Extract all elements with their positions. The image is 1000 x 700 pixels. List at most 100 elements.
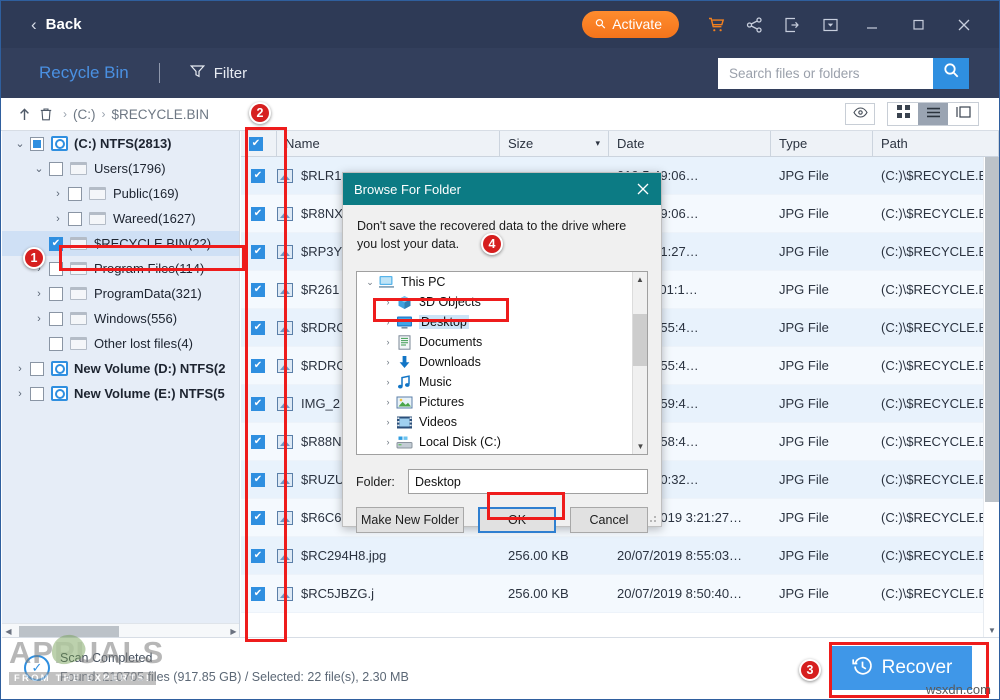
dialog-tree-row[interactable]: › Pictures — [357, 392, 647, 412]
dialog-scroll-down-arrow[interactable]: ▼ — [633, 439, 647, 454]
dialog-folder-input[interactable] — [408, 469, 648, 495]
row-checkbox-cell[interactable] — [241, 168, 277, 183]
chevron-right-icon[interactable]: › — [29, 288, 49, 300]
breadcrumb-item-1[interactable]: $RECYCLE.BIN — [112, 107, 210, 122]
chevron-right-icon[interactable]: › — [380, 317, 396, 327]
sort-caret-icon[interactable]: ▾ — [595, 138, 600, 149]
tree-row[interactable]: ⌄ (C:) NTFS(2813) — [2, 131, 239, 156]
chevron-right-icon[interactable]: › — [48, 188, 68, 200]
table-row[interactable]: $RC5JBZG.j 256.00 KB 20/07/2019 8:50:40… JP… — [241, 575, 999, 613]
row-checkbox[interactable] — [251, 434, 265, 449]
tree-row[interactable]: Other lost files(4) — [2, 331, 239, 356]
row-checkbox[interactable] — [251, 244, 265, 259]
activate-button[interactable]: ⚲ Activate — [581, 11, 679, 38]
tree-scroll-right-arrow[interactable]: ▶ — [227, 627, 239, 636]
chevron-right-icon[interactable]: › — [29, 313, 49, 325]
file-list-scroll-thumb[interactable] — [985, 157, 999, 502]
arrow-up-icon[interactable] — [13, 107, 35, 122]
column-header-date[interactable]: Date — [609, 131, 771, 157]
sign-out-icon[interactable] — [777, 10, 807, 40]
row-checkbox-cell[interactable] — [241, 434, 277, 449]
column-header-name[interactable]: Name — [277, 131, 500, 157]
chevron-right-icon[interactable]: › — [380, 377, 396, 387]
chevron-right-icon[interactable]: › — [380, 357, 396, 367]
split-view-button[interactable] — [948, 103, 978, 125]
dialog-tree-row[interactable]: › Desktop — [357, 312, 647, 332]
row-checkbox-cell[interactable] — [241, 358, 277, 373]
row-checkbox[interactable] — [251, 282, 265, 297]
select-all-header[interactable] — [241, 131, 277, 157]
chevron-right-icon[interactable]: › — [10, 388, 30, 400]
chevron-right-icon[interactable]: › — [380, 397, 396, 407]
maximize-button[interactable] — [903, 10, 933, 40]
chevron-right-icon[interactable]: › — [380, 337, 396, 347]
dialog-close-button[interactable] — [625, 173, 661, 205]
dialog-tree-row[interactable]: › Downloads — [357, 352, 647, 372]
chevron-down-icon[interactable]: ⌄ — [362, 277, 378, 288]
tree-row[interactable]: › Public(169) — [2, 181, 239, 206]
chevron-right-icon[interactable]: › — [10, 363, 30, 375]
row-checkbox-cell[interactable] — [241, 472, 277, 487]
chevron-down-icon[interactable]: ⌄ — [10, 137, 30, 150]
chevron-down-icon[interactable]: ⌄ — [29, 162, 49, 175]
tree-scroll-left-arrow[interactable]: ◀ — [2, 627, 15, 636]
row-checkbox[interactable] — [251, 396, 265, 411]
tree-row-checkbox[interactable] — [30, 361, 44, 376]
tree-row-checkbox[interactable] — [68, 186, 82, 201]
list-view-button[interactable] — [918, 103, 948, 125]
search-button[interactable] — [933, 57, 969, 89]
file-list-vertical-scrollbar[interactable]: ▼ — [983, 157, 999, 638]
row-checkbox-cell[interactable] — [241, 396, 277, 411]
back-button[interactable]: ‹ Back — [31, 15, 82, 35]
dialog-tree-row[interactable]: › 3D Objects — [357, 292, 647, 312]
dialog-scroll-up-arrow[interactable]: ▲ — [633, 272, 647, 287]
chevron-right-icon[interactable]: › — [380, 297, 396, 307]
tree-row-checkbox[interactable] — [49, 311, 63, 326]
cancel-button[interactable]: Cancel — [570, 507, 648, 534]
row-checkbox[interactable] — [251, 358, 265, 373]
row-checkbox[interactable] — [251, 548, 265, 563]
table-row[interactable]: $RC294H8.jpg 256.00 KB 20/07/2019 8:55:03…… — [241, 537, 999, 575]
dialog-tree-row[interactable]: › Videos — [357, 412, 647, 432]
share-icon[interactable] — [739, 10, 769, 40]
tree-row-checkbox[interactable] — [30, 136, 44, 151]
tree-row[interactable]: › New Volume (E:) NTFS(5 — [2, 381, 239, 406]
dropdown-box-icon[interactable] — [815, 10, 845, 40]
grid-view-button[interactable] — [888, 103, 918, 125]
select-all-checkbox[interactable] — [249, 136, 263, 151]
dialog-tree-row[interactable]: › Music — [357, 372, 647, 392]
column-header-path[interactable]: Path — [873, 131, 999, 157]
column-header-size[interactable]: Size ▾ — [500, 131, 609, 157]
cart-icon[interactable] — [701, 10, 731, 40]
row-checkbox[interactable] — [251, 510, 265, 525]
breadcrumb-item-0[interactable]: (C:) — [73, 107, 96, 122]
dialog-tree-scrollbar[interactable]: ▲ ▼ — [632, 272, 647, 455]
close-button[interactable] — [949, 10, 979, 40]
row-checkbox-cell[interactable] — [241, 320, 277, 335]
row-checkbox-cell[interactable] — [241, 510, 277, 525]
chevron-right-icon[interactable]: › — [380, 417, 396, 427]
row-checkbox-cell[interactable] — [241, 548, 277, 563]
row-checkbox[interactable] — [251, 586, 265, 601]
dialog-scroll-thumb[interactable] — [633, 314, 647, 367]
row-checkbox-cell[interactable] — [241, 206, 277, 221]
row-checkbox[interactable] — [251, 320, 265, 335]
dialog-tree-row[interactable]: › Documents — [357, 332, 647, 352]
dialog-resize-grip[interactable] — [647, 513, 657, 523]
tree-row[interactable]: › Wareed(1627) — [2, 206, 239, 231]
tree-row[interactable]: › Windows(556) — [2, 306, 239, 331]
tree-row-checkbox[interactable] — [49, 161, 63, 176]
dialog-tree-row[interactable]: ⌄ This PC — [357, 272, 647, 292]
tree-row-checkbox[interactable] — [49, 336, 63, 351]
row-checkbox[interactable] — [251, 168, 265, 183]
tree-row-checkbox[interactable] — [68, 211, 82, 226]
minimize-button[interactable] — [857, 10, 887, 40]
dialog-folder-tree[interactable]: ⌄ This PC › 3D Objects › Desktop › Documents › Do… — [356, 271, 648, 456]
tree-row-checkbox[interactable] — [49, 261, 63, 276]
trash-icon[interactable] — [35, 107, 57, 122]
chevron-right-icon[interactable]: › — [380, 437, 396, 447]
tree-row-checkbox[interactable] — [30, 386, 44, 401]
chevron-right-icon[interactable]: › — [48, 213, 68, 225]
tree-row[interactable]: › ProgramData(321) — [2, 281, 239, 306]
tree-scroll-thumb[interactable] — [19, 625, 119, 637]
